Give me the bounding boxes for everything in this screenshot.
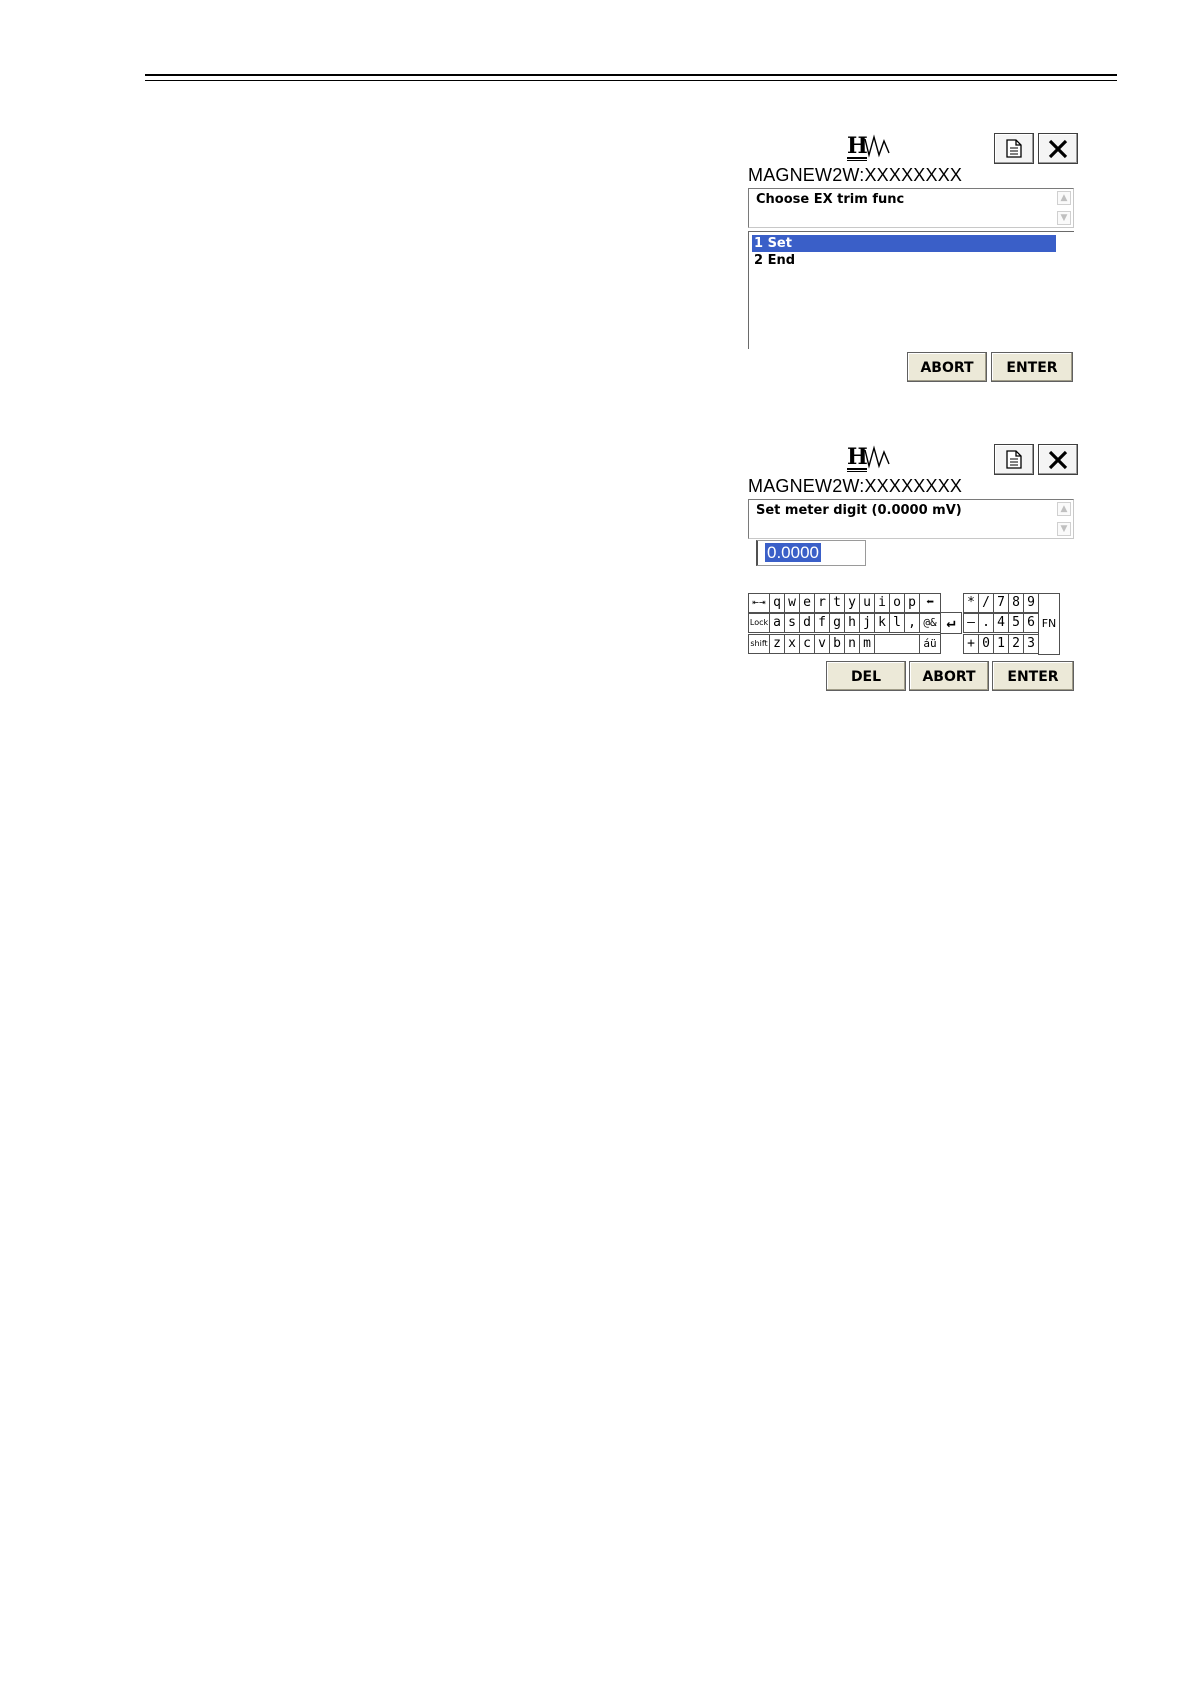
key-n[interactable]: n	[844, 634, 860, 654]
hart-logo-icon: H	[847, 133, 890, 161]
document-button[interactable]	[994, 133, 1034, 164]
document-icon	[1006, 139, 1022, 158]
abort-button[interactable]: ABORT	[909, 661, 989, 691]
list-item-set[interactable]: 1 Set	[752, 235, 1056, 252]
key-g[interactable]: g	[829, 613, 845, 633]
scroll-up-icon[interactable]: ▲	[1057, 191, 1071, 205]
options-list: 1 Set 2 End	[748, 231, 1074, 349]
prompt-text: Set meter digit (0.0000 mV)	[756, 503, 962, 518]
key-a[interactable]: a	[769, 613, 785, 633]
key-u[interactable]: u	[859, 593, 875, 613]
key-2[interactable]: 2	[1008, 634, 1024, 654]
key-7[interactable]: 7	[993, 593, 1009, 613]
key-o[interactable]: o	[889, 593, 905, 613]
header-rule-bottom	[145, 80, 1117, 81]
key-lock[interactable]: Lock	[748, 613, 770, 633]
key-backspace[interactable]: ⬅	[919, 593, 941, 613]
key-s[interactable]: s	[784, 613, 800, 633]
scroll-up-icon[interactable]: ▲	[1057, 502, 1071, 516]
scroll-down-icon[interactable]: ▼	[1057, 522, 1071, 536]
list-item-end[interactable]: 2 End	[752, 252, 1056, 269]
key-asterisk[interactable]: *	[963, 593, 979, 613]
key-6[interactable]: 6	[1023, 613, 1039, 633]
value-input[interactable]: 0.0000	[756, 540, 866, 566]
key-t[interactable]: t	[829, 593, 845, 613]
device-name: MAGNEW2W:XXXXXXXX	[748, 165, 963, 185]
communicator-screen-trim-func: H MAGNEW2W:XXXXXXXX Choose EX trim func …	[744, 131, 1078, 383]
document-button[interactable]	[994, 444, 1034, 475]
device-name: MAGNEW2W:XXXXXXXX	[748, 476, 963, 496]
key-r[interactable]: r	[814, 593, 830, 613]
key-p[interactable]: p	[904, 593, 920, 613]
key-x[interactable]: x	[784, 634, 800, 654]
key-comma[interactable]: ,	[904, 613, 920, 633]
key-9[interactable]: 9	[1023, 593, 1039, 613]
scroll-down-icon[interactable]: ▼	[1057, 211, 1071, 225]
document-icon	[1006, 450, 1022, 469]
close-icon	[1048, 139, 1068, 158]
key-v[interactable]: v	[814, 634, 830, 654]
key-c[interactable]: c	[799, 634, 815, 654]
enter-button[interactable]: ENTER	[992, 661, 1074, 691]
key-slash[interactable]: /	[978, 593, 994, 613]
key-shift[interactable]: shift	[748, 634, 770, 654]
key-symbols[interactable]: @&	[919, 613, 941, 633]
key-space[interactable]	[874, 634, 920, 654]
key-f[interactable]: f	[814, 613, 830, 633]
key-q[interactable]: q	[769, 593, 785, 613]
key-plus[interactable]: +	[963, 634, 979, 654]
key-4[interactable]: 4	[993, 613, 1009, 633]
key-8[interactable]: 8	[1008, 593, 1024, 613]
enter-button[interactable]: ENTER	[991, 352, 1073, 382]
key-accents[interactable]: áü	[919, 634, 941, 654]
on-screen-keyboard: ⇤⇥ q w e r t y u i o p ⬅ * / 7 8 9 Lock …	[748, 593, 1078, 655]
del-button[interactable]: DEL	[826, 661, 906, 691]
key-b[interactable]: b	[829, 634, 845, 654]
svg-text:H: H	[847, 444, 868, 470]
input-value: 0.0000	[765, 543, 821, 562]
key-e[interactable]: e	[799, 593, 815, 613]
key-3[interactable]: 3	[1023, 634, 1039, 654]
key-0[interactable]: 0	[978, 634, 994, 654]
key-5[interactable]: 5	[1008, 613, 1024, 633]
svg-text:H: H	[847, 133, 868, 159]
key-d[interactable]: d	[799, 613, 815, 633]
key-j[interactable]: j	[859, 613, 875, 633]
key-z[interactable]: z	[769, 634, 785, 654]
key-tab[interactable]: ⇤⇥	[748, 593, 770, 613]
key-dot[interactable]: .	[978, 613, 994, 633]
key-y[interactable]: y	[844, 593, 860, 613]
key-enter[interactable]: ↵	[940, 612, 962, 634]
hart-logo-icon: H	[847, 444, 890, 472]
prompt-text: Choose EX trim func	[756, 192, 905, 207]
close-button[interactable]	[1038, 444, 1078, 475]
key-fn[interactable]: FN	[1038, 593, 1060, 655]
key-w[interactable]: w	[784, 593, 800, 613]
key-l[interactable]: l	[889, 613, 905, 633]
prompt-box: Set meter digit (0.0000 mV) ▲ ▼	[748, 499, 1074, 539]
abort-button[interactable]: ABORT	[907, 352, 987, 382]
header-rule-top	[145, 74, 1117, 76]
key-h[interactable]: h	[844, 613, 860, 633]
close-button[interactable]	[1038, 133, 1078, 164]
key-i[interactable]: i	[874, 593, 890, 613]
prompt-box: Choose EX trim func ▲ ▼	[748, 188, 1074, 228]
key-minus[interactable]: –	[963, 613, 979, 633]
key-1[interactable]: 1	[993, 634, 1009, 654]
key-k[interactable]: k	[874, 613, 890, 633]
communicator-screen-meter-digit: H MAGNEW2W:XXXXXXXX Set meter digit (0.0…	[744, 442, 1078, 692]
key-m[interactable]: m	[859, 634, 875, 654]
close-icon	[1048, 450, 1068, 469]
